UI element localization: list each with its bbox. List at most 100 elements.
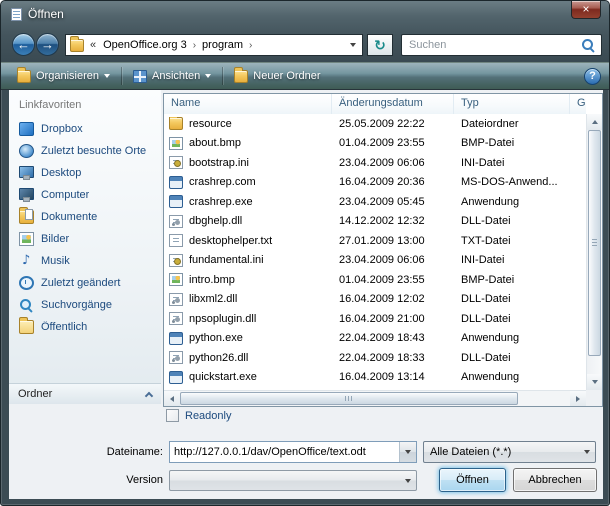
public-icon [19, 320, 34, 334]
sidebar-item-dokumente[interactable]: Dokumente [9, 206, 161, 228]
close-button[interactable]: × [571, 1, 601, 19]
sidebar-item-suchvorgänge[interactable]: Suchvorgänge [9, 294, 161, 316]
column-header-änderungsdatum[interactable]: Änderungsdatum [332, 94, 454, 114]
file-row-python-exe[interactable]: python.exe 22.04.2009 18:43 Anwendung [164, 329, 586, 349]
dialog-content: Linkfavoriten Dropbox Zuletzt besuchte O… [9, 90, 603, 499]
neuer-ordner-button[interactable]: Neuer Ordner [226, 65, 328, 87]
organisieren-button[interactable]: Organisieren [9, 65, 118, 87]
sidebar-item-zuletzt-geändert[interactable]: Zuletzt geändert [9, 272, 161, 294]
file-row-quickstart-exe[interactable]: quickstart.exe 16.04.2009 13:14 Anwendun… [164, 368, 586, 388]
filename-dropdown-button[interactable] [399, 442, 416, 462]
version-combobox[interactable] [169, 470, 417, 491]
file-row-fundamental-ini[interactable]: fundamental.ini 23.04.2009 06:06 INI-Dat… [164, 251, 586, 271]
file-row-about-bmp[interactable]: about.bmp 01.04.2009 23:55 BMP-Datei [164, 134, 586, 154]
organize-folder-icon [17, 70, 31, 83]
file-row-bootstrap-ini[interactable]: bootstrap.ini 23.04.2009 06:06 INI-Datei [164, 153, 586, 173]
breadcrumb-item-program[interactable]: program [198, 39, 247, 51]
scroll-left-button[interactable] [164, 391, 180, 406]
toolbar-separator [121, 67, 122, 85]
file-row-python26-dll[interactable]: python26.dll 22.04.2009 18:33 DLL-Datei [164, 348, 586, 368]
vertical-scrollbar[interactable] [586, 114, 602, 390]
file-row-npsoplugin-dll[interactable]: npsoplugin.dll 16.04.2009 21:00 DLL-Date… [164, 309, 586, 329]
file-row-resource[interactable]: resource 25.05.2009 22:22 Dateiordner [164, 114, 586, 134]
filetype-combobox[interactable]: Alle Dateien (*.*) [423, 441, 596, 463]
file-rows: resource 25.05.2009 22:22 Dateiordner ab… [164, 114, 586, 390]
sidebar-item-desktop[interactable]: Desktop [9, 162, 161, 184]
recently-changed-icon [19, 276, 34, 290]
sidebar-item-zuletzt-besuchte-orte[interactable]: Zuletzt besuchte Orte [9, 140, 161, 162]
cancel-button[interactable]: Abbrechen [513, 468, 597, 492]
column-header-g[interactable]: G [570, 94, 586, 114]
file-row-desktophelper-txt[interactable]: desktophelper.txt 27.01.2009 13:00 TXT-D… [164, 231, 586, 251]
ansichten-button[interactable]: Ansichten [125, 65, 219, 87]
file-list: Name Änderungsdatum Typ G resource 25.05… [163, 93, 603, 407]
file-row-dbghelp-dll[interactable]: dbghelp.dll 14.12.2002 12:32 DLL-Datei [164, 212, 586, 232]
chevron-up-icon [145, 391, 153, 399]
open-dialog-window: Öffnen × ← → « OpenOffice.org 3 › progra… [0, 0, 610, 506]
application-icon [169, 332, 183, 345]
help-button[interactable]: ? [584, 68, 601, 85]
triangle-up-icon [592, 120, 598, 124]
filename-input[interactable] [170, 446, 399, 458]
file-row-crashrep-exe[interactable]: crashrep.exe 23.04.2009 05:45 Anwendung [164, 192, 586, 212]
horizontal-scrollbar[interactable] [164, 390, 586, 406]
application-icon [169, 176, 183, 189]
refresh-button[interactable]: ↻ [367, 34, 393, 56]
toolbar: Organisieren Ansichten Neuer Ordner ? [1, 62, 609, 90]
filetype-value: Alle Dateien (*.*) [424, 446, 578, 458]
sidebar-item-dropbox[interactable]: Dropbox [9, 118, 161, 140]
breadcrumb-separator-icon: › [247, 40, 254, 51]
dll-file-icon [169, 351, 183, 364]
dll-file-icon [169, 293, 183, 306]
sidebar-items: Dropbox Zuletzt besuchte Orte Desktop Co… [9, 118, 161, 338]
breadcrumb-item-openoffice-org-3[interactable]: OpenOffice.org 3 [99, 39, 191, 51]
open-button[interactable]: Öffnen [439, 468, 506, 492]
filename-label: Dateiname: [49, 446, 163, 458]
forward-button[interactable]: → [36, 33, 59, 56]
horizontal-scrollbar-thumb[interactable] [180, 392, 518, 405]
breadcrumb-overflow[interactable]: « [87, 39, 99, 51]
views-grid-icon [133, 70, 147, 83]
sidebar-item-musik[interactable]: Musik [9, 250, 161, 272]
sidebar-item-bilder[interactable]: Bilder [9, 228, 161, 250]
search-icon[interactable] [581, 38, 595, 52]
pictures-icon [19, 232, 34, 246]
documents-icon [19, 210, 34, 224]
breadcrumb-history-dropdown[interactable] [344, 35, 362, 55]
back-button[interactable]: ← [12, 33, 35, 56]
window-title: Öffnen [28, 7, 64, 21]
image-file-icon [169, 137, 183, 150]
folders-expander[interactable]: Ordner [9, 383, 161, 404]
dll-file-icon [169, 215, 183, 228]
desktop-icon [19, 166, 34, 180]
version-label: Version [49, 474, 163, 486]
search-input[interactable] [402, 39, 581, 51]
file-row-intro-bmp[interactable]: intro.bmp 01.04.2009 23:55 BMP-Datei [164, 270, 586, 290]
readonly-checkbox[interactable] [166, 409, 179, 422]
scroll-right-button[interactable] [570, 391, 586, 406]
toolbar-buttons: Organisieren Ansichten Neuer Ordner [9, 65, 329, 87]
search-box [401, 34, 602, 56]
recent-places-icon [19, 144, 34, 158]
breadcrumb: « OpenOffice.org 3 › program › [65, 34, 363, 56]
application-icon [169, 195, 183, 208]
vertical-scrollbar-thumb[interactable] [588, 130, 601, 356]
scroll-up-button[interactable] [587, 114, 602, 130]
chevron-down-icon [399, 471, 416, 490]
dll-file-icon [169, 312, 183, 325]
scroll-down-button[interactable] [587, 374, 602, 390]
file-row-libxml2-dll[interactable]: libxml2.dll 16.04.2009 12:02 DLL-Datei [164, 290, 586, 310]
folders-label: Ordner [18, 388, 52, 400]
column-header-typ[interactable]: Typ [454, 94, 570, 114]
sidebar-title: Linkfavoriten [9, 90, 161, 118]
config-file-icon [169, 254, 183, 267]
sidebar-item-öffentlich[interactable]: Öffentlich [9, 316, 161, 338]
sidebar-item-computer[interactable]: Computer [9, 184, 161, 206]
chevron-down-icon [405, 450, 411, 454]
document-icon [11, 8, 22, 21]
folder-icon [169, 117, 183, 130]
column-header-name[interactable]: Name [164, 94, 332, 114]
file-row-crashrep-com[interactable]: crashrep.com 16.04.2009 20:36 MS-DOS-Anw… [164, 173, 586, 193]
scrollbar-corner [586, 390, 602, 406]
chevron-down-icon [205, 74, 211, 78]
